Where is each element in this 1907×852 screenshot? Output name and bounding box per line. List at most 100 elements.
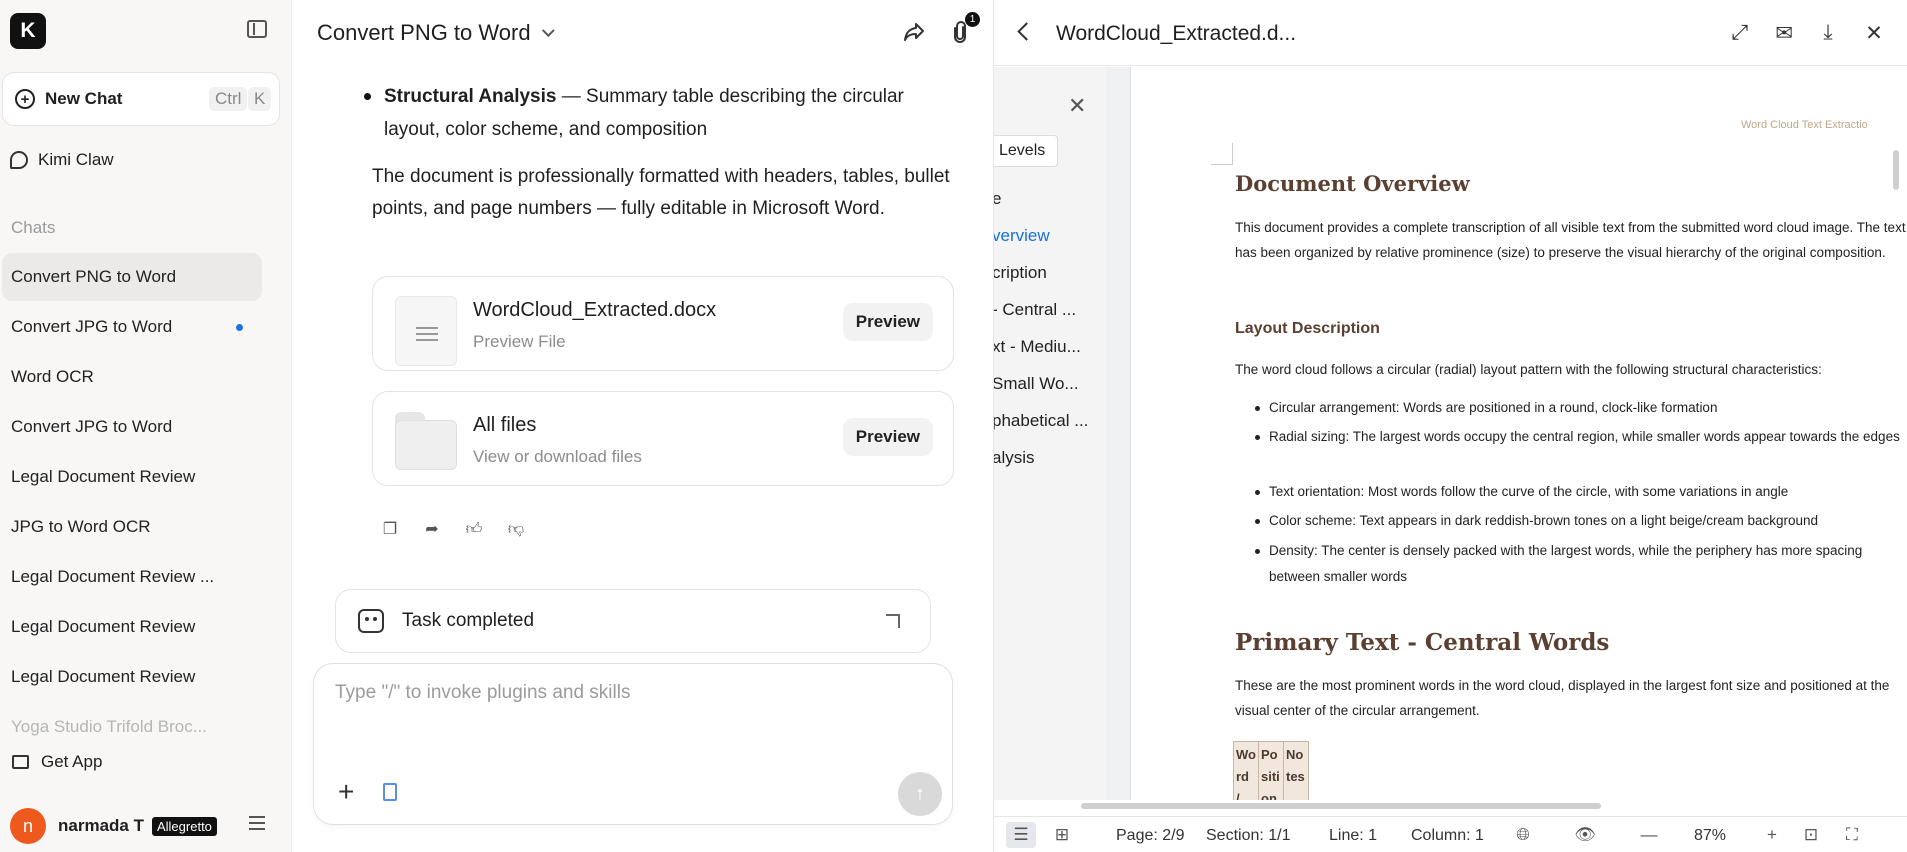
heading-primary-text: Primary Text - Central Words: [1235, 629, 1610, 656]
chat-item-label: Convert JPG to Word: [11, 317, 173, 336]
chat-title: Convert PNG to Word: [317, 20, 531, 45]
toc-item[interactable]: Small Wo...: [994, 374, 1079, 394]
toc-item[interactable]: phabetical ...: [994, 411, 1088, 431]
document-preview-panel: WordCloud_Extracted.d... ⤢ ✉ ⤓ ✕ ✕ Level…: [993, 0, 1907, 852]
app-root: K + New Chat Ctrl K Kimi Claw Chats Conv…: [0, 0, 1907, 852]
send-button[interactable]: ↑: [898, 772, 942, 816]
margin-mark: [1211, 143, 1233, 165]
message-bullet: Structural Analysis — Summary table desc…: [364, 80, 958, 146]
shortcut-k: K: [248, 87, 272, 111]
folder-subtitle: View or download files: [473, 447, 642, 466]
chat-item[interactable]: JPG to Word OCR: [2, 503, 262, 551]
toc-item[interactable]: e: [994, 189, 1001, 209]
add-attachment-icon[interactable]: +: [338, 778, 354, 806]
fit-page-icon[interactable]: ⊡: [1801, 825, 1821, 845]
get-app-link[interactable]: Get App: [12, 752, 102, 772]
heading-document-overview: Document Overview: [1235, 171, 1470, 196]
task-status-label: Task completed: [402, 610, 535, 631]
plus-circle-icon: +: [15, 89, 35, 109]
chat-item-label: Convert PNG to Word: [11, 267, 177, 286]
kimi-logo[interactable]: K: [10, 13, 46, 49]
copy-icon[interactable]: ❐: [381, 520, 399, 538]
layout-paragraph: The word cloud follows a circular (radia…: [1235, 362, 1822, 377]
zoom-in-icon[interactable]: +: [1762, 825, 1782, 845]
fullscreen-icon[interactable]: ⛶: [1842, 825, 1862, 845]
mail-icon[interactable]: ✉: [1772, 21, 1796, 45]
close-icon[interactable]: ✕: [1862, 21, 1886, 45]
vertical-scrollbar[interactable]: [1893, 150, 1899, 190]
toc-item[interactable]: verview: [994, 226, 1050, 246]
share-message-icon[interactable]: ➦: [423, 520, 441, 538]
file-name: WordCloud_Extracted.docx: [473, 299, 717, 321]
user-name: narmada T: [58, 816, 144, 835]
toc-item[interactable]: - Central ...: [994, 300, 1076, 320]
horizontal-scrollbar[interactable]: [1081, 803, 1601, 809]
outline-view-icon[interactable]: ☰: [1006, 822, 1036, 848]
document-mode-icon[interactable]: [383, 783, 397, 801]
thumbs-up-icon[interactable]: 👍︎: [465, 520, 483, 538]
document-viewport[interactable]: Word Cloud Text Extractio Document Overv…: [1106, 67, 1907, 800]
chat-item-label: JPG to Word OCR: [11, 517, 151, 536]
task-status-card[interactable]: Task completed: [335, 589, 931, 653]
back-icon[interactable]: [1017, 22, 1036, 41]
document-icon: [395, 296, 457, 366]
running-header: Word Cloud Text Extractio: [1741, 119, 1868, 131]
user-profile[interactable]: n narmada T Allegretto: [10, 808, 217, 844]
eye-icon[interactable]: 👁︎: [1574, 825, 1596, 845]
chat-item-label: Legal Document Review: [11, 617, 196, 636]
claw-icon: [10, 151, 28, 169]
chat-item[interactable]: Yoga Studio Trifold Broc...: [2, 703, 262, 751]
all-files-card[interactable]: All files View or download files Preview: [372, 391, 954, 486]
share-icon[interactable]: [902, 20, 926, 44]
chat-item[interactable]: Convert JPG to Word: [2, 403, 262, 451]
open-external-icon[interactable]: ⤢: [1728, 21, 1752, 45]
docx-file-card[interactable]: WordCloud_Extracted.docx Preview File Pr…: [372, 276, 954, 371]
layout-bullet: Color scheme: Text appears in dark reddi…: [1255, 508, 1907, 534]
chat-item[interactable]: Legal Document Review: [2, 603, 262, 651]
device-icon: [12, 755, 29, 769]
new-chat-button[interactable]: + New Chat Ctrl K: [2, 72, 280, 126]
message-input[interactable]: [335, 682, 895, 704]
toc-item[interactable]: alysis: [994, 448, 1035, 468]
message-paragraph: The document is professionally formatted…: [372, 166, 950, 219]
expand-icon[interactable]: [886, 614, 900, 628]
message-actions: ❐ ➦ 👍︎ 👎︎: [381, 520, 525, 539]
section-indicator: Section: 1/1: [1206, 827, 1291, 844]
download-icon[interactable]: ⤓: [1816, 21, 1840, 45]
hamburger-menu-icon[interactable]: [249, 816, 265, 830]
toc-item[interactable]: cription: [994, 263, 1047, 283]
shortcut-ctrl: Ctrl: [209, 87, 248, 111]
page-layout-icon[interactable]: ⊞: [1052, 825, 1072, 845]
preview-title: WordCloud_Extracted.d...: [1056, 22, 1297, 45]
layout-bullet: Circular arrangement: Words are position…: [1255, 395, 1907, 421]
levels-button[interactable]: Levels: [994, 135, 1059, 167]
zoom-out-icon[interactable]: —: [1639, 825, 1659, 845]
new-chat-label: New Chat: [45, 89, 123, 108]
chat-item[interactable]: Legal Document Review: [2, 453, 262, 501]
globe-icon[interactable]: 🌐︎: [1513, 825, 1533, 845]
thumbs-down-icon[interactable]: 👎︎: [507, 520, 525, 538]
preview-file-button[interactable]: Preview: [842, 303, 933, 341]
kimi-claw-link[interactable]: Kimi Claw: [10, 150, 114, 170]
avatar: n: [10, 808, 46, 844]
toc-item[interactable]: xt - Mediu...: [994, 337, 1081, 357]
status-bar: ☰ ⊞ Page: 2/9 Section: 1/1 Line: 1 Colum…: [994, 816, 1907, 852]
chat-item[interactable]: Convert JPG to Word: [2, 303, 262, 351]
chat-item[interactable]: Legal Document Review: [2, 653, 262, 701]
chevron-down-icon: [541, 23, 555, 37]
chats-section-label: Chats: [11, 218, 56, 237]
layout-bullet: Density: The center is densely packed wi…: [1255, 538, 1907, 590]
preview-folder-button[interactable]: Preview: [842, 418, 933, 456]
layout-bullet: Radial sizing: The largest words occupy …: [1255, 424, 1907, 450]
close-toc-icon[interactable]: ✕: [1068, 93, 1086, 119]
document-page: Word Cloud Text Extractio Document Overv…: [1130, 67, 1907, 800]
chat-title-dropdown[interactable]: Convert PNG to Word: [317, 20, 555, 46]
chat-item[interactable]: Convert PNG to Word: [2, 253, 262, 301]
chat-item-label: Legal Document Review: [11, 467, 196, 486]
chat-item[interactable]: Legal Document Review ...: [2, 553, 262, 601]
chat-item-label: Legal Document Review: [11, 667, 196, 686]
bullet-bold-text: Structural Analysis: [384, 86, 557, 107]
chat-item[interactable]: Word OCR: [2, 353, 262, 401]
collapse-sidebar-icon[interactable]: [247, 20, 267, 38]
layout-bullet: Text orientation: Most words follow the …: [1255, 479, 1907, 505]
